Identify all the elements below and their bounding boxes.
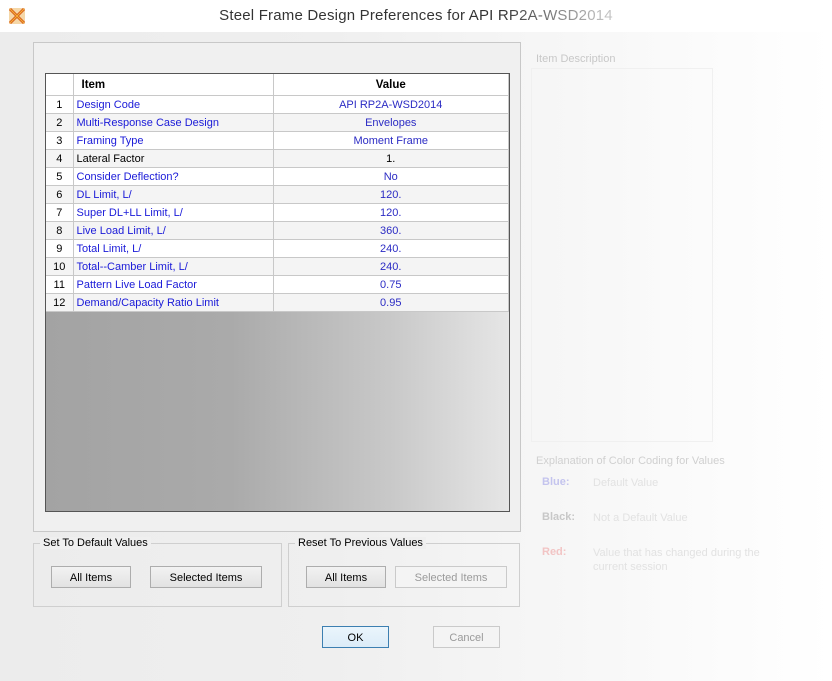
reset-previous-selected-items-button[interactable]: Selected Items — [395, 566, 507, 588]
row-number: 1 — [46, 95, 74, 114]
row-number: 8 — [46, 221, 74, 240]
table-row[interactable]: 9 Total Limit, L/240. — [46, 239, 509, 258]
cancel-button[interactable]: Cancel — [433, 626, 500, 648]
table-row[interactable]: 3 Framing Type Moment Frame — [46, 131, 509, 150]
set-default-label: Set To Default Values — [40, 537, 151, 549]
row-value[interactable]: 360. — [273, 221, 509, 240]
table-row[interactable]: 7 Super DL+LL Limit, L/120. — [46, 203, 509, 222]
table-row[interactable]: 4 Lateral Factor 1. — [46, 149, 509, 168]
table-row[interactable]: 11 Pattern Live Load Factor 0.75 — [46, 275, 509, 294]
row-item-name: Pattern Live Load Factor — [73, 275, 274, 294]
table-header-row: Item Value — [46, 74, 509, 96]
reset-previous-label: Reset To Previous Values — [295, 537, 426, 549]
row-number: 4 — [46, 149, 74, 168]
row-value[interactable]: API RP2A-WSD2014 — [273, 95, 509, 114]
table-row[interactable]: 10 Total--Camber Limit, L/240. — [46, 257, 509, 276]
title-bar: Steel Frame Design Preferences for API R… — [0, 0, 832, 32]
row-value[interactable]: 0.95 — [273, 293, 509, 312]
row-value[interactable]: 1. — [273, 149, 509, 168]
row-value[interactable]: No — [273, 167, 509, 186]
row-item-name: Super DL+LL Limit, L/ — [73, 203, 274, 222]
legend-red-key: Red: — [542, 546, 567, 558]
table-row[interactable]: 12 Demand/Capacity Ratio Limit 0.95 — [46, 293, 509, 312]
row-value[interactable]: 120. — [273, 203, 509, 222]
set-default-selected-items-button[interactable]: Selected Items — [150, 566, 262, 588]
corner-header — [46, 74, 74, 96]
row-value[interactable]: 0.75 — [273, 275, 509, 294]
table-row[interactable]: 5 Consider Deflection? No — [46, 167, 509, 186]
item-description-box — [531, 68, 713, 442]
row-value[interactable]: 240. — [273, 239, 509, 258]
row-item-name: Total--Camber Limit, L/ — [73, 257, 274, 276]
row-number: 11 — [46, 275, 74, 294]
reset-previous-all-items-button[interactable]: All Items — [306, 566, 386, 588]
row-item-name: Total Limit, L/ — [73, 239, 274, 258]
legend-black-text: Not a Default Value — [593, 512, 688, 524]
row-item-name: Consider Deflection? — [73, 167, 274, 186]
table-row[interactable]: 1 Design Code API RP2A-WSD2014 — [46, 95, 509, 114]
window-title: Steel Frame Design Preferences for API R… — [0, 7, 832, 24]
color-coding-title: Explanation of Color Coding for Values — [536, 455, 725, 467]
table-row[interactable]: 2 Multi-Response Case Design Envelopes — [46, 113, 509, 132]
row-value[interactable]: 240. — [273, 257, 509, 276]
row-item-name: DL Limit, L/ — [73, 185, 274, 204]
legend-red-text: Value that has changed during the curren… — [593, 547, 760, 573]
item-description-label: Item Description — [536, 53, 616, 65]
row-value[interactable]: Envelopes — [273, 113, 509, 132]
row-item-name: Live Load Limit, L/ — [73, 221, 274, 240]
row-number: 2 — [46, 113, 74, 132]
set-default-all-items-button[interactable]: All Items — [51, 566, 131, 588]
row-number: 5 — [46, 167, 74, 186]
preferences-table: Item Value 1 Design Code API RP2A-WSD2014 2… — [46, 74, 509, 312]
legend-blue-key: Blue: — [542, 476, 570, 488]
preferences-grid: Item Value 1 Design Code API RP2A-WSD2014 2… — [45, 73, 510, 512]
row-number: 7 — [46, 203, 74, 222]
dialog-window: Steel Frame Design Preferences for API R… — [0, 0, 832, 681]
row-value[interactable]: Moment Frame — [273, 131, 509, 150]
column-header-value: Value — [273, 74, 509, 96]
column-header-item: Item — [73, 74, 274, 96]
row-item-name: Lateral Factor — [73, 149, 274, 168]
row-number: 9 — [46, 239, 74, 258]
row-value[interactable]: 120. — [273, 185, 509, 204]
legend-black-key: Black: — [542, 511, 576, 523]
row-number: 6 — [46, 185, 74, 204]
row-item-name: Demand/Capacity Ratio Limit — [73, 293, 274, 312]
legend-blue-text: Default Value — [593, 477, 659, 489]
row-item-name: Design Code — [73, 95, 274, 114]
row-item-name: Framing Type — [73, 131, 274, 150]
row-number: 10 — [46, 257, 74, 276]
row-number: 3 — [46, 131, 74, 150]
ok-button[interactable]: OK — [322, 626, 389, 648]
row-number: 12 — [46, 293, 74, 312]
table-row[interactable]: 8 Live Load Limit, L/360. — [46, 221, 509, 240]
row-item-name: Multi-Response Case Design — [73, 113, 274, 132]
table-row[interactable]: 6 DL Limit, L/120. — [46, 185, 509, 204]
